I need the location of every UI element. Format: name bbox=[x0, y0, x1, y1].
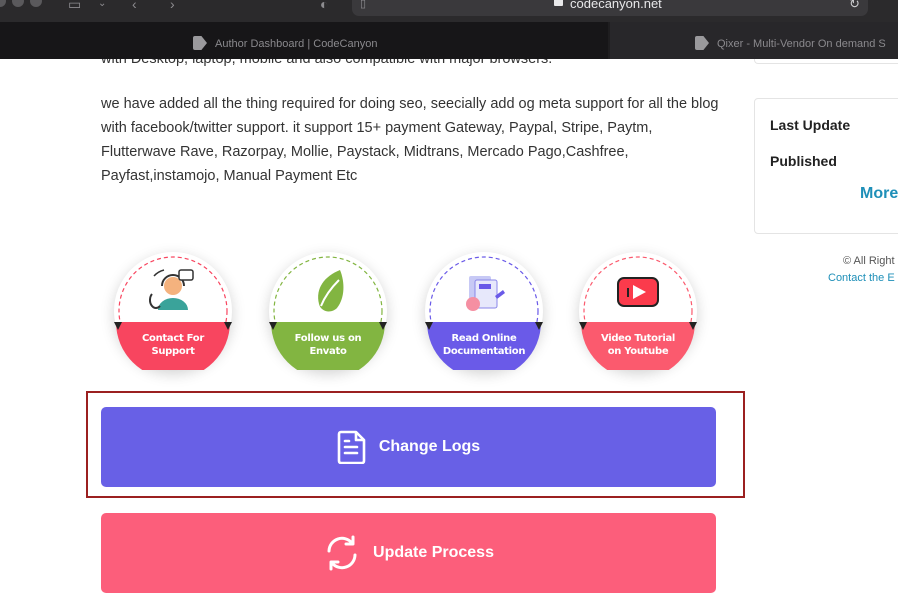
documentation-icon bbox=[466, 276, 505, 311]
update-process-button[interactable]: Update Process bbox=[101, 513, 716, 593]
page-icon: ▯ bbox=[360, 0, 367, 10]
more-link[interactable]: More bbox=[860, 185, 898, 203]
sidebar-card-top bbox=[754, 59, 898, 64]
badge-label: Follow us on Envato bbox=[294, 333, 362, 357]
youtube-tutorial-badge[interactable]: Video Tutorial on Youtube bbox=[579, 252, 697, 370]
contact-support-badge[interactable]: Contact For Support bbox=[114, 252, 232, 370]
copyright-text: © All Right bbox=[843, 255, 895, 267]
change-logs-label: Change Logs bbox=[378, 438, 481, 455]
forward-arrow-icon[interactable]: › bbox=[170, 0, 175, 11]
lock-icon bbox=[554, 0, 563, 6]
page-content: with Desktop, laptop, mobile and also co… bbox=[0, 59, 898, 610]
privacy-shield-icon[interactable]: ◐ bbox=[320, 0, 328, 11]
document-icon bbox=[337, 430, 366, 464]
sidebar-toggle-icon[interactable]: ▭ bbox=[68, 0, 81, 11]
published-label: Published bbox=[770, 153, 837, 169]
contact-link[interactable]: Contact the E bbox=[828, 272, 895, 284]
zoom-window-button[interactable] bbox=[30, 0, 42, 7]
tab-label: Qixer - Multi-Vendor On demand S bbox=[717, 38, 886, 50]
description-paragraph: we have added all the thing required for… bbox=[101, 96, 719, 184]
badge-label: Contact For Support bbox=[142, 333, 204, 357]
envato-leaf-icon bbox=[318, 270, 344, 312]
reload-icon[interactable]: ↻ bbox=[849, 0, 860, 11]
tab-label: Author Dashboard | CodeCanyon bbox=[215, 38, 378, 50]
badge-label: Video Tutorial on Youtube bbox=[600, 333, 676, 357]
follow-envato-badge[interactable]: Follow us on Envato bbox=[269, 252, 387, 370]
update-process-label: Update Process bbox=[373, 544, 494, 561]
last-update-label: Last Update bbox=[770, 117, 851, 133]
description-paragraph: with Desktop, laptop, mobile and also co… bbox=[101, 59, 553, 67]
documentation-badge[interactable]: Read Online Documentation bbox=[425, 252, 543, 370]
refresh-icon bbox=[327, 535, 357, 571]
url-text[interactable]: codecanyon.net bbox=[570, 0, 662, 11]
support-agent-icon bbox=[148, 269, 194, 310]
close-window-button[interactable] bbox=[0, 0, 6, 7]
chevron-down-icon[interactable]: ⌄ bbox=[98, 0, 106, 11]
change-logs-button[interactable]: Change Logs bbox=[101, 407, 716, 487]
youtube-icon bbox=[617, 277, 659, 307]
back-arrow-icon[interactable]: ‹ bbox=[132, 0, 137, 11]
browser-toolbar: ▭ ⌄ ‹ › ◐ ▯ codecanyon.net ↻ bbox=[0, 0, 898, 22]
minimize-window-button[interactable] bbox=[12, 0, 24, 7]
badge-label: Read Online Documentation bbox=[442, 333, 526, 357]
